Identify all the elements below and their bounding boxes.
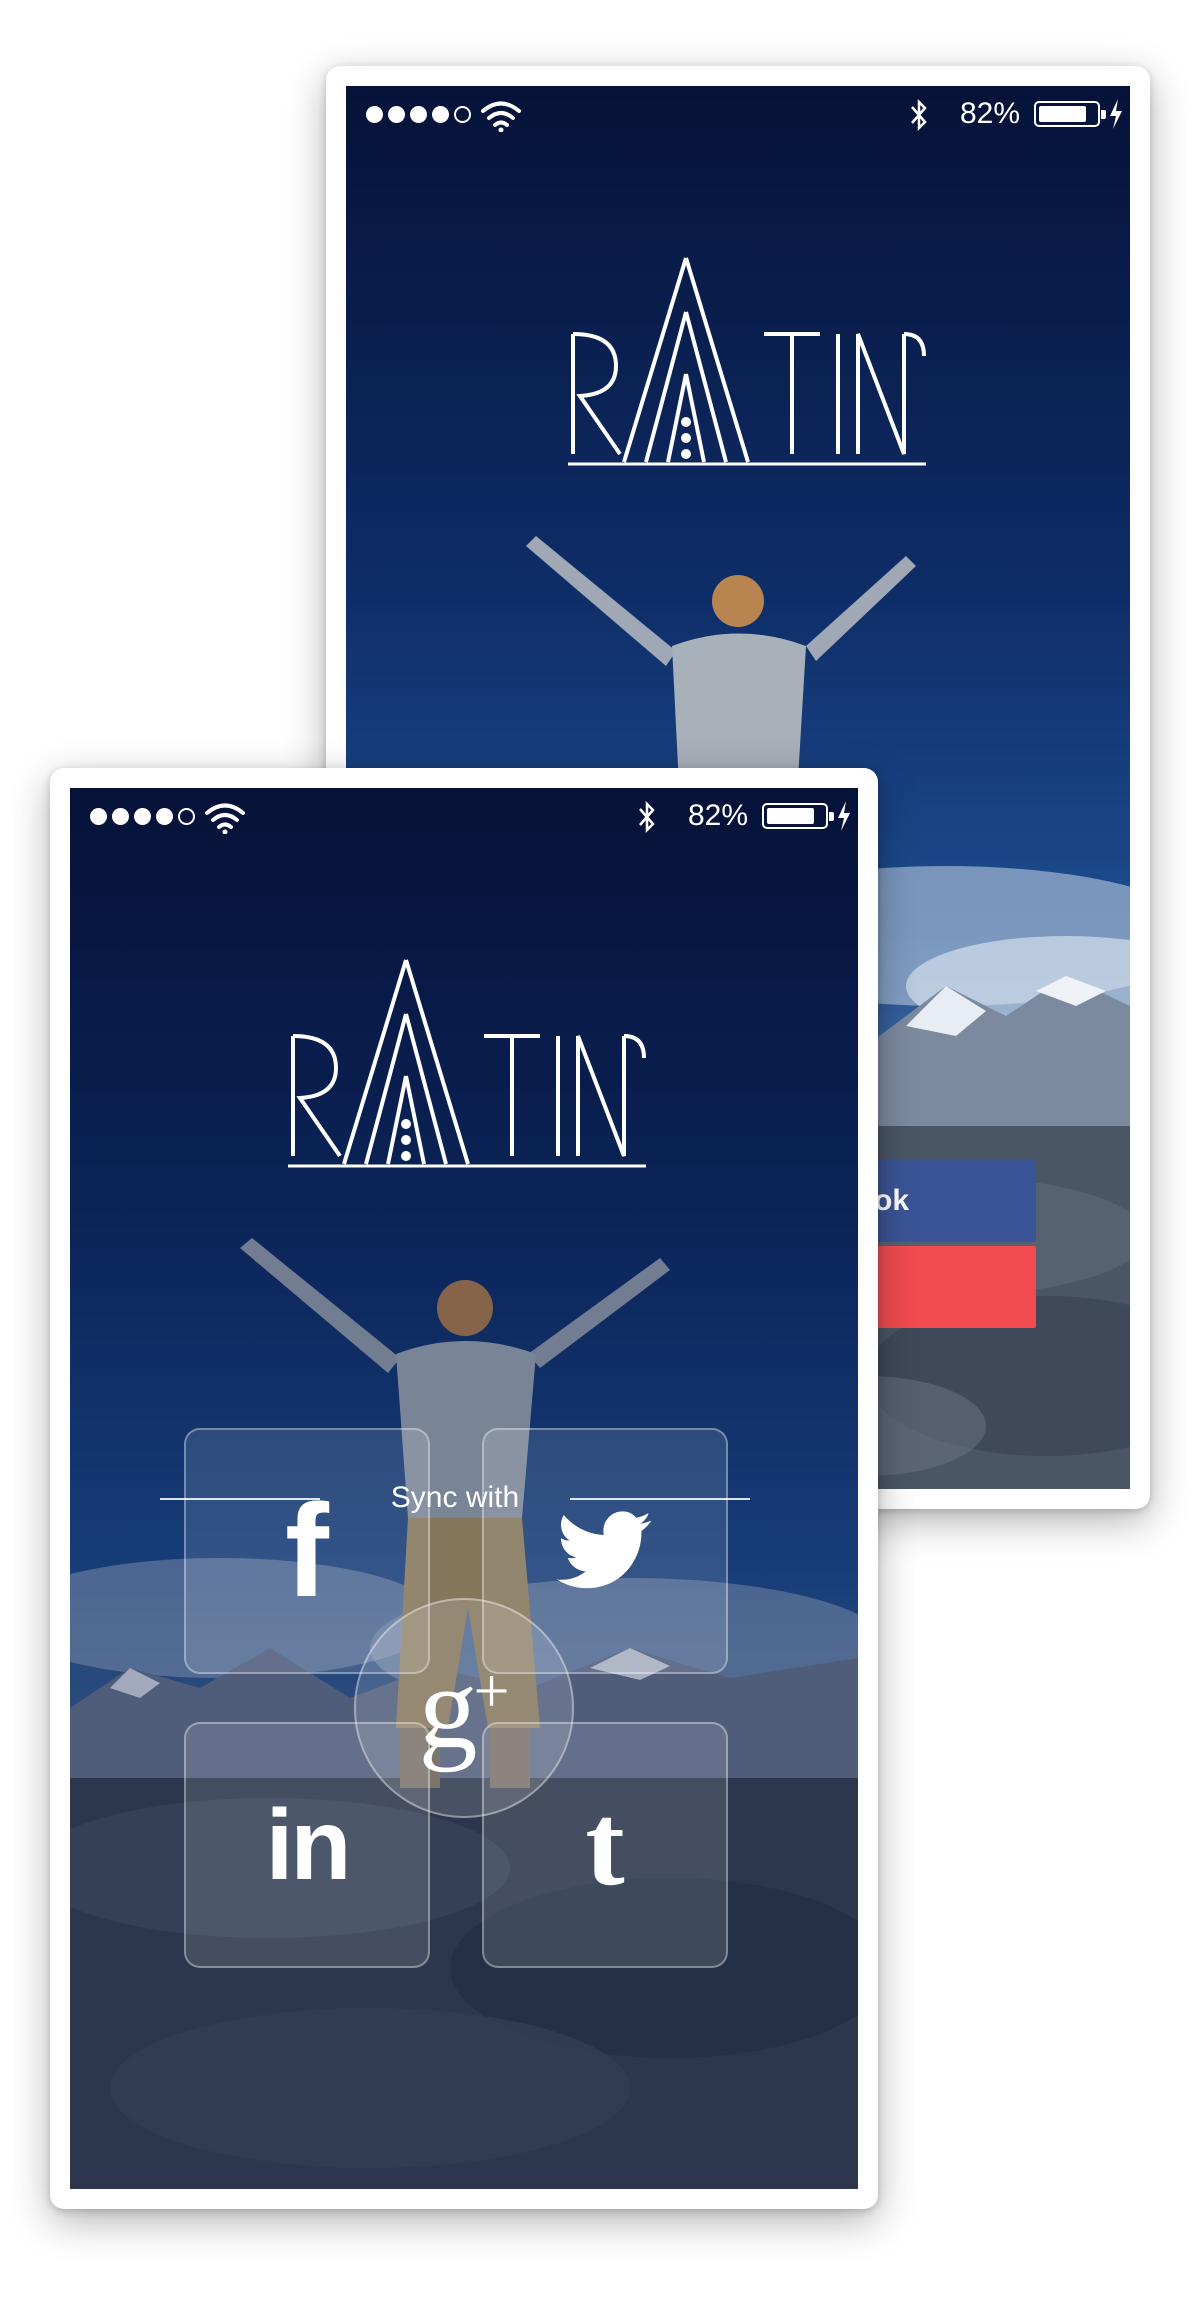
signal-strength-icon [366,106,471,123]
bluetooth-icon [639,800,655,834]
tumblr-icon: t [585,1779,625,1910]
status-bar: 82% [346,86,1130,144]
linkedin-icon: in [265,1789,352,1901]
wifi-icon [205,803,245,834]
bluetooth-icon [911,98,927,132]
front-phone-frame: 82% Sync with f in t g + [50,768,878,2209]
battery-icon [762,803,834,829]
battery-percent: 82% [959,97,1020,130]
google-plus-icon: g [418,1642,478,1773]
rating-logo [288,959,646,1168]
wifi-icon [481,101,521,132]
mockup-stage: 82% ok 82% Sync with f in t g + [0,0,1200,2302]
facebook-icon: f [285,1477,329,1624]
front-phone-screen: 82% Sync with f in t g + [70,788,858,2189]
status-bar: 82% [70,788,858,846]
sync-google-plus-button[interactable]: g + [354,1598,574,1818]
charging-bolt-icon [838,801,850,831]
rating-logo [568,257,926,466]
battery-icon [1034,101,1106,127]
signal-strength-icon [90,808,195,825]
charging-bolt-icon [1110,99,1122,129]
google-plus-sign: + [473,1655,510,1726]
twitter-bird-icon [557,1511,652,1589]
battery-percent: 82% [687,799,748,832]
